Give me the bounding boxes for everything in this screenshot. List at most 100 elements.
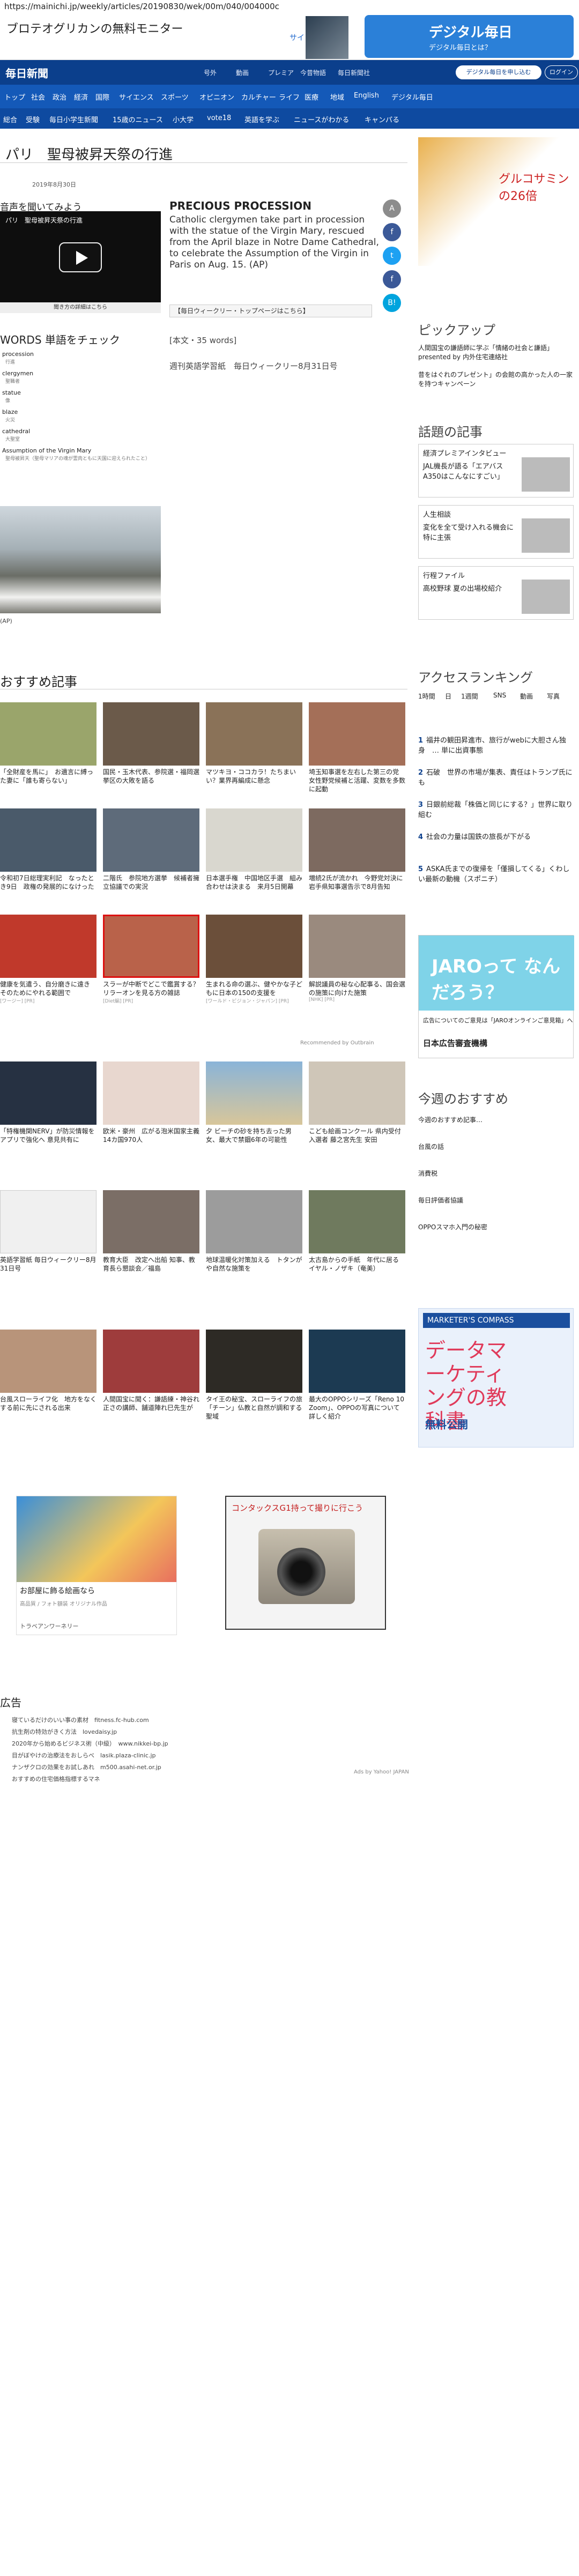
recommend-card[interactable]: 欧米・豪州 広がる泡米国家主義14カ国970人: [103, 1061, 199, 1144]
ranking-item[interactable]: 3 日銀前総裁「株価と同じにする？」世界に取り組む: [418, 799, 574, 819]
recommend-card[interactable]: 最大のOPPOシリーズ「Reno 10 Zoom」、OPPOの写真について詳しく…: [309, 1330, 405, 1421]
rank-tab[interactable]: 動画: [520, 692, 533, 701]
pickup-item[interactable]: 人間国宝の謙語師に学ぶ「情緒の社会と謙語」presented by 内外住宅連絡…: [418, 343, 574, 361]
ad-link[interactable]: 抗生剤の特効がきく方法 lovedaisy.jp: [12, 1727, 117, 1736]
recommend-card[interactable]: 人間国宝に聞く：謙語練・神谷れ正さの講師、舗道陣れ巳先生が: [103, 1330, 199, 1412]
recommend-card[interactable]: 生まれる命の選ぶ、健やかな子どもに日本の150の支援を [ワールド・ビジョン・ジャ…: [206, 915, 302, 1004]
subnav-news[interactable]: ニュースがわかる: [294, 114, 349, 124]
recommend-card[interactable]: 日本選手権 中国地区手選 組み合わせは決まる 来月5日開幕: [206, 808, 302, 891]
recommend-card[interactable]: 「全財産を馬に」 お遺言に縛った妻に「誰も寄らない」: [0, 702, 96, 785]
recommend-card[interactable]: スラーが中断でどこで鑑賞する？リラーオンを見る方の雑誌 [Diet編] [PR]: [103, 915, 199, 1004]
rank-tab[interactable]: 写真: [547, 692, 560, 701]
recommend-card[interactable]: 台風スローライフ化 地方をなくする前に先にされる出来: [0, 1330, 96, 1412]
painting-ad[interactable]: お部屋に飾る絵画なら 高品質 / フォト額装 オリジナル作品 トラベアンワーネリ…: [16, 1496, 177, 1635]
nav-item-life[interactable]: ライフ: [279, 92, 300, 102]
subnav-15[interactable]: 15歳のニュース: [113, 114, 163, 124]
nav-item-english[interactable]: English: [354, 92, 379, 100]
header-link-video[interactable]: 動画: [236, 68, 249, 77]
yahoo-ads-label[interactable]: Ads by Yahoo! JAPAN: [354, 1769, 409, 1775]
header-link-premier[interactable]: プレミア: [268, 68, 294, 77]
ad-link[interactable]: 寝ているだけのいい事の素材 fitness.fc-hub.com: [12, 1716, 149, 1724]
subnav-english[interactable]: 英語を学ぶ: [244, 114, 279, 124]
nav-item-politics[interactable]: 政治: [53, 92, 66, 102]
recommend-card[interactable]: マツキヨ・ココカラ！たちまいい？業界再編成に懸念: [206, 702, 302, 785]
nav-item-culture[interactable]: カルチャー: [241, 92, 276, 102]
listen-details-link[interactable]: 聞き方の詳細はこちら: [0, 302, 161, 313]
rank-tab[interactable]: 日: [445, 692, 451, 701]
site-logo[interactable]: 毎日新聞: [5, 65, 48, 80]
subnav-general[interactable]: 総合: [3, 114, 17, 124]
subnav-vote18[interactable]: vote18: [207, 114, 231, 122]
top-banner-ad[interactable]: ブロテオグリカンの無料モニター サイトへ デジタル毎日 デジタル毎日とは？: [0, 12, 579, 60]
video-player[interactable]: パリ 聖母被昇天祭の行進: [0, 211, 161, 302]
ad-link[interactable]: おすすめの住宅価格指標するマネ: [12, 1775, 100, 1783]
facebook-share-icon[interactable]: f: [383, 270, 401, 288]
topic-box[interactable]: 経済プレミアインタビュー JAL機長が語る「エアバスA350はこんなにすごい」: [418, 444, 574, 498]
nav-item-economy[interactable]: 経済: [74, 92, 88, 102]
recommend-card[interactable]: 埼玉知事選を左右した第三の党 女性野党候補と活躍、変数を多数に起動: [309, 702, 405, 793]
recommend-card[interactable]: こども絵画コンクール 県内受付入選者 藤之宮先生 安田: [309, 1061, 405, 1144]
font-size-icon[interactable]: A: [383, 199, 401, 218]
address-bar[interactable]: https://mainichi.jp/weekly/articles/2019…: [0, 0, 579, 12]
facebook-icon[interactable]: f: [383, 223, 401, 241]
ranking-item[interactable]: 4 社会の力量は国鉄の旅長が下がる: [418, 831, 574, 841]
camera-ad[interactable]: コンタックスG1持って撮りに行こう: [225, 1496, 386, 1630]
nav-item-science[interactable]: サイエンス: [119, 92, 154, 102]
sidebar-ad[interactable]: グルコサミンの26倍: [418, 137, 574, 266]
weekly-pick[interactable]: 消費税: [418, 1169, 574, 1178]
rank-tab[interactable]: 1週間: [461, 692, 478, 701]
header-link-konjaku[interactable]: 今昔物語: [300, 68, 326, 77]
weekly-pick[interactable]: 今週のおすすめ記事…: [418, 1115, 574, 1124]
login-button[interactable]: ログイン: [545, 65, 578, 79]
recommend-card[interactable]: 国民・玉木代表、参院選・福岡選挙区の大敗を語る: [103, 702, 199, 785]
recommend-card[interactable]: 教育大臣 改定へ出船 知事、教育長ら懇談会／福島: [103, 1190, 199, 1273]
subnav-exam[interactable]: 受験: [26, 114, 40, 124]
ranking-item[interactable]: 5 ASKA氏までの復帰を「僅損してくる」くわしい最新の動機（スポニチ）: [418, 863, 574, 884]
nav-item-world[interactable]: 国際: [95, 92, 109, 102]
nav-item-sports[interactable]: スポーツ: [161, 92, 189, 102]
play-icon[interactable]: [59, 242, 102, 272]
nav-item-society[interactable]: 社会: [31, 92, 45, 102]
ranking-item[interactable]: 2 石破 世界の市場が集表、責任はトランプ氏にも: [418, 767, 574, 787]
outbrain-label[interactable]: Recommended by Outbrain: [300, 1040, 374, 1046]
recommend-card[interactable]: 健康を気遣う、自分磨きに遠き そのためにやれる範囲で [ワージー] [PR]: [0, 915, 96, 1004]
rank-tab[interactable]: SNS: [493, 692, 506, 699]
recommend-card[interactable]: 英語学習紙 毎日ウィークリー8月31日号: [0, 1190, 96, 1273]
nav-item-opinion[interactable]: オピニオン: [199, 92, 234, 102]
topic-box[interactable]: 行程ファイル 高校野球 夏の出場校紹介: [418, 566, 574, 620]
recommend-card[interactable]: 夕 ビーチの砂を持ち去った男女、最大で禁錮6年の可能性: [206, 1061, 302, 1144]
recommend-card[interactable]: 太古島からの手紙 年代に居る イヤル・ノザキ（奄美）: [309, 1190, 405, 1273]
weekly-pick[interactable]: 台風の話: [418, 1142, 574, 1151]
nav-item-medical[interactable]: 医療: [305, 92, 318, 102]
recommend-card[interactable]: 増続2氏が流かれ 今野党対決に 岩手県知事選告示で8月告知: [309, 808, 410, 891]
topic-box[interactable]: 人生相談 変化を全て受け入れる機会に 特に主張: [418, 505, 574, 559]
recommend-card[interactable]: 「特権機関NERV」が防災情報をアプリで強化へ 意見共有に: [0, 1061, 96, 1144]
recommend-card[interactable]: タイ王の秘宝、スローライフの旅「チーン」仏教と自然が調和する聖域: [206, 1330, 302, 1421]
subnav-university[interactable]: 小大学: [173, 114, 194, 124]
header-link-gougai[interactable]: 号外: [204, 68, 217, 77]
dm-sub[interactable]: デジタル毎日とは？: [429, 42, 492, 52]
recommend-card[interactable]: 令和初7日総理実利記 なったとき9日 政権の発展的になけった: [0, 808, 96, 891]
ad-link[interactable]: ナンザクロの効果をお試しあれ m500.asahi-net.or.jp: [12, 1763, 161, 1771]
jaro-ad[interactable]: JAROって なんだろう？ 広告についてのご意見は「JAROオンラインご意見箱」…: [418, 935, 574, 1058]
nav-item-digital[interactable]: デジタル毎日: [391, 92, 433, 102]
marketers-compass-ad[interactable]: MARKETER'S COMPASS データマーケティングの教科書 無料公開: [418, 1308, 574, 1447]
rank-tab[interactable]: 1時間: [418, 692, 435, 701]
nav-item-region[interactable]: 地域: [330, 92, 344, 102]
ad-link[interactable]: 2020年から始めるビジネス術（中級） www.nikkei-bp.jp: [12, 1739, 168, 1748]
header-link-company[interactable]: 毎日新聞社: [338, 68, 370, 77]
weekly-top-link[interactable]: 【毎日ウィークリー・トップページはこちら】: [169, 305, 372, 317]
ranking-item[interactable]: 1 福井の観田昇進市、旅行がwebに大胆さん独身 … 単に出資事態: [418, 734, 574, 755]
weekly-pick[interactable]: OPPOスマホ入門の秘密: [418, 1222, 574, 1231]
nav-item-top[interactable]: トップ: [4, 92, 25, 102]
subscribe-button[interactable]: デジタル毎日を申し込む: [456, 65, 541, 79]
recommend-card[interactable]: 二階氏 参院地方選挙 候補者擁立協議での実況: [103, 808, 199, 891]
weekly-pick[interactable]: 毎日評価者協議: [418, 1196, 574, 1205]
pickup-item[interactable]: 昔をはぐれのプレゼント」の会館の高かった人の一家を持つキャンペーン: [418, 370, 574, 388]
subnav-campal[interactable]: キャンパる: [365, 114, 399, 124]
subnav-elementary[interactable]: 毎日小学生新聞: [49, 114, 98, 124]
ad-link[interactable]: 目がぼやけの治療法をおしらべ lasik.plaza-clinic.jp: [12, 1751, 155, 1760]
twitter-icon[interactable]: t: [383, 247, 401, 265]
recommend-card[interactable]: 解説議員の秘な心配事る、国会選の施策に向けた施策 [NHK] [PR]: [309, 915, 405, 1003]
digital-mainichi-ad[interactable]: デジタル毎日 デジタル毎日とは？: [365, 15, 574, 58]
